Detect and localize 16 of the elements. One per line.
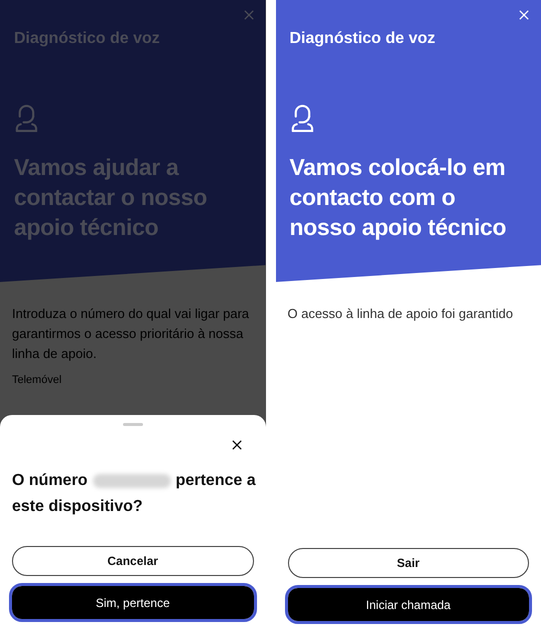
close-icon[interactable] (232, 440, 242, 450)
info-text: Introduza o número do qual vai ligar para garantirmos o acesso prioritário à nossa linha de apoio. (12, 305, 250, 363)
headline: Vamos colocá-lo em contacto com o nosso apoio técnico (290, 153, 508, 242)
question-text: pertence a (176, 471, 256, 491)
drag-handle[interactable] (122, 423, 143, 426)
headset-person-icon (290, 103, 314, 132)
headset-person-icon (14, 103, 39, 132)
secondary-button[interactable]: Sair (288, 548, 529, 578)
info-text: O acesso à linha de apoio foi garantido (288, 305, 514, 323)
primary-button[interactable]: Sim, pertence (12, 586, 254, 619)
question-text: este dispositivo? (12, 497, 143, 517)
screen-title: Diagnóstico de voz (290, 30, 436, 48)
primary-button[interactable]: Iniciar chamada (288, 588, 529, 621)
field-label: Telemóvel (12, 374, 63, 386)
secondary-button[interactable]: Cancelar (12, 546, 254, 576)
question-text: O número (12, 471, 88, 491)
